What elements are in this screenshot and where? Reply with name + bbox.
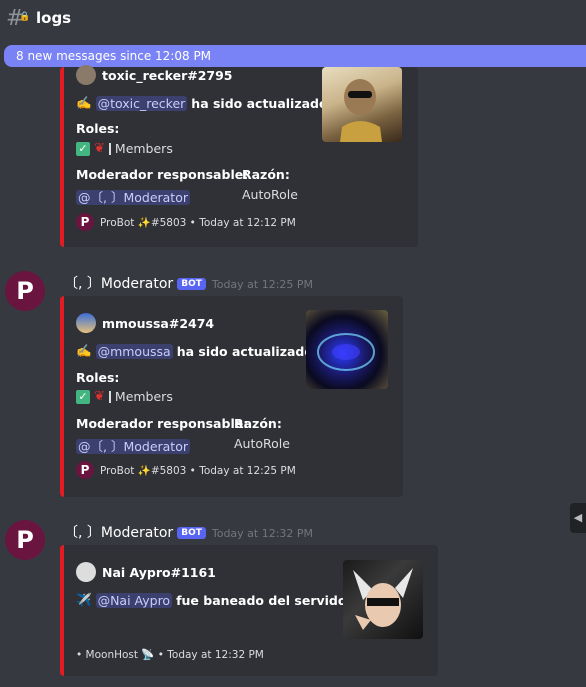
moderator-label: Moderador responsable: — [76, 167, 249, 182]
footer-text: ProBot ✨#5803 • Today at 12:25 PM — [100, 464, 296, 477]
message-header: 〔, 〕Moderator BOT Today at 12:25 PM — [64, 273, 313, 293]
bird-icon: ❦ — [94, 389, 105, 404]
embed-author[interactable]: Nai Aypro#1161 — [76, 562, 216, 582]
probot-icon: P — [76, 461, 94, 479]
moderator-mention[interactable]: @〔, 〕Moderator — [76, 190, 190, 205]
update-line: ✍️ @toxic_recker ha sido actualizado. — [76, 95, 332, 111]
username[interactable]: 〔, 〕Moderator — [64, 273, 173, 293]
username[interactable]: 〔, 〕Moderator — [64, 522, 173, 542]
reason-label: Razón: — [242, 167, 290, 182]
embed-footer: P ProBot ✨#5803 • Today at 12:12 PM — [76, 213, 296, 231]
embed-author-name: Nai Aypro#1161 — [102, 564, 216, 580]
checkmark-icon: ✓ — [76, 141, 90, 156]
bot-avatar[interactable]: P — [5, 520, 45, 560]
footer-text: • MoonHost 📡 • Today at 12:32 PM — [76, 649, 264, 661]
update-text: ha sido actualizado. — [191, 95, 333, 111]
user-avatar — [76, 313, 96, 333]
embed-thumbnail[interactable] — [322, 67, 402, 142]
roles-text: Members — [114, 389, 173, 404]
embed-author-name: mmoussa#2474 — [102, 315, 215, 331]
ban-line: ✈️ @Nai Aypro fue baneado del servidor. — [76, 592, 356, 608]
roles-label: Roles: — [76, 121, 120, 136]
bot-badge: BOT — [177, 527, 206, 539]
collapse-panel-button[interactable]: ◀ — [570, 503, 586, 533]
roles-value: ✓ ❦ Members — [76, 389, 173, 404]
probot-icon: P — [76, 213, 94, 231]
footer-text: ProBot ✨#5803 • Today at 12:12 PM — [100, 216, 296, 229]
timestamp: Today at 12:32 PM — [211, 527, 314, 540]
user-mention[interactable]: @Nai Aypro — [95, 592, 173, 608]
update-text: ha sido actualizado. — [176, 343, 318, 359]
embed-footer: • MoonHost 📡 • Today at 12:32 PM — [76, 648, 264, 661]
locked-channel-icon: # 🔒 — [6, 6, 31, 31]
bot-badge: BOT — [177, 278, 206, 290]
user-mention[interactable]: @toxic_recker — [95, 95, 188, 111]
anime-character-image-icon — [353, 568, 413, 630]
divider-bar — [108, 142, 111, 155]
user-avatar — [76, 562, 96, 582]
writing-hand-icon: ✍️ — [76, 343, 92, 358]
embed-footer: P ProBot ✨#5803 • Today at 12:25 PM — [76, 461, 296, 479]
moderator-label: Moderador responsable: — [76, 416, 249, 431]
moderator-value: @〔, 〕Moderator — [76, 187, 190, 206]
timestamp: Today at 12:25 PM — [211, 278, 314, 291]
roles-label: Roles: — [76, 370, 120, 385]
ban-embed: Nai Aypro#1161 ✈️ @Nai Aypro fue baneado… — [60, 545, 438, 676]
reason-value: AutoRole — [242, 187, 298, 202]
reason-label: Razón: — [234, 416, 282, 431]
embed-thumbnail[interactable] — [306, 310, 388, 389]
embed-author-name: toxic_recker#2795 — [102, 67, 233, 83]
ban-text: fue baneado del servidor. — [176, 592, 356, 608]
airplane-icon: ✈️ — [76, 592, 92, 607]
bird-icon: ❦ — [94, 141, 105, 156]
bot-avatar[interactable]: P — [5, 271, 45, 311]
channel-header: # 🔒 logs — [0, 0, 586, 40]
channel-name: logs — [36, 9, 72, 27]
monkey-image-icon — [340, 79, 382, 142]
moderator-mention[interactable]: @〔, 〕Moderator — [76, 439, 190, 454]
writing-hand-icon: ✍️ — [76, 95, 92, 110]
user-mention[interactable]: @mmoussa — [95, 343, 173, 359]
log-embed: mmoussa#2474 ✍️ @mmoussa ha sido actuali… — [60, 296, 403, 497]
message-header: 〔, 〕Moderator BOT Today at 12:32 PM — [64, 522, 313, 542]
embed-author[interactable]: mmoussa#2474 — [76, 313, 214, 333]
embed-thumbnail[interactable] — [343, 560, 423, 639]
moderator-value: @〔, 〕Moderator — [76, 436, 190, 455]
roles-text: Members — [114, 141, 173, 156]
checkmark-icon: ✓ — [76, 389, 90, 404]
embed-author[interactable]: toxic_recker#2795 — [76, 65, 233, 85]
roles-value: ✓ ❦ Members — [76, 141, 173, 156]
user-avatar — [76, 65, 96, 85]
divider-bar — [108, 390, 111, 403]
gaming-mouse-image-icon — [317, 333, 375, 371]
new-messages-bar[interactable]: 8 new messages since 12:08 PM — [4, 45, 586, 67]
update-line: ✍️ @mmoussa ha sido actualizado. — [76, 343, 318, 359]
log-embed: toxic_recker#2795 ✍️ @toxic_recker ha si… — [60, 65, 418, 247]
reason-value: AutoRole — [234, 436, 290, 451]
